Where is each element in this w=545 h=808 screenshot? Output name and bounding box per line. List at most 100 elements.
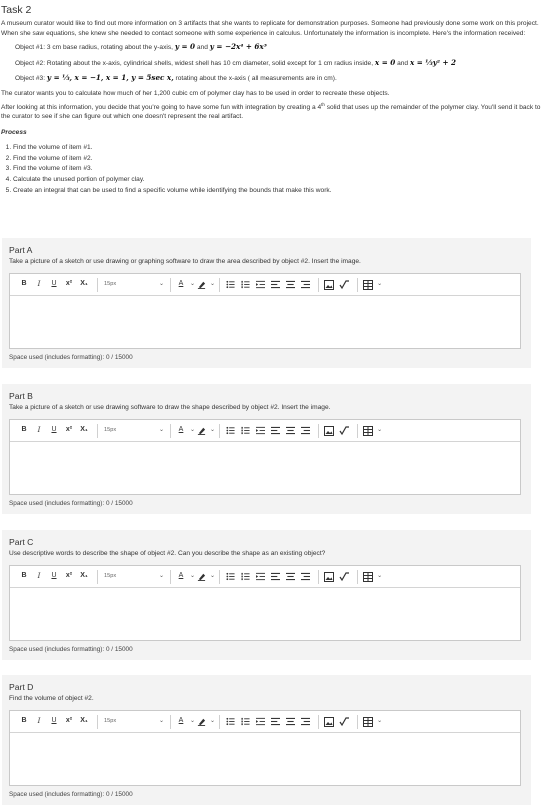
indent-icon[interactable]	[254, 424, 266, 438]
part-title: Part C	[9, 537, 34, 547]
font-size-select[interactable]: 15px ⌄	[102, 280, 166, 289]
subscript-button[interactable]: X₁	[78, 570, 90, 584]
indent-icon[interactable]	[254, 715, 266, 729]
font-color-button[interactable]: A	[175, 570, 187, 584]
object-mid: rotating about the x-axis ( all measurem…	[175, 75, 337, 83]
superscript-button[interactable]: x²	[63, 278, 75, 292]
italic-button[interactable]: I	[33, 715, 45, 729]
indent-icon[interactable]	[254, 570, 266, 584]
subscript-button[interactable]: X₁	[78, 278, 90, 292]
bold-button[interactable]: B	[18, 570, 30, 584]
equation-icon[interactable]	[338, 570, 350, 584]
object-text: Object #1: 3 cm base radius, rotating ab…	[15, 44, 173, 52]
chevron-down-icon[interactable]: ⌄	[210, 717, 215, 726]
numbered-list-icon[interactable]	[239, 278, 251, 292]
table-icon[interactable]	[362, 715, 374, 729]
align-right-icon[interactable]	[299, 570, 311, 584]
bullet-list-icon[interactable]	[224, 715, 236, 729]
subscript-button[interactable]: X₁	[78, 715, 90, 729]
highlight-icon[interactable]	[195, 424, 207, 438]
font-size-select[interactable]: 15px ⌄	[102, 426, 166, 435]
align-left-icon[interactable]	[269, 715, 281, 729]
align-left-icon[interactable]	[269, 570, 281, 584]
highlight-icon[interactable]	[195, 715, 207, 729]
challenge-pre: After looking at this information, you d…	[1, 103, 322, 111]
underline-button[interactable]: U	[48, 570, 60, 584]
bold-button[interactable]: B	[18, 278, 30, 292]
align-center-icon[interactable]	[284, 424, 296, 438]
answer-input[interactable]	[10, 296, 520, 348]
numbered-list-icon[interactable]	[239, 570, 251, 584]
rich-text-editor[interactable]: B I U x² X₁ 15px ⌄ A ⌄ ⌄ ⌄	[9, 273, 521, 349]
object-math-2: x = ⅓y² + 2	[409, 57, 457, 67]
chevron-down-icon[interactable]: ⌄	[377, 280, 382, 289]
indent-icon[interactable]	[254, 278, 266, 292]
numbered-list-icon[interactable]	[239, 715, 251, 729]
highlight-icon[interactable]	[195, 570, 207, 584]
chevron-down-icon[interactable]: ⌄	[210, 280, 215, 289]
chevron-down-icon[interactable]: ⌄	[210, 572, 215, 581]
space-used-label: Space used (includes formatting): 0 / 15…	[9, 500, 133, 507]
part-prompt: Take a picture of a sketch or use drawin…	[9, 404, 331, 412]
underline-button[interactable]: U	[48, 278, 60, 292]
align-center-icon[interactable]	[284, 570, 296, 584]
equation-icon[interactable]	[338, 278, 350, 292]
align-right-icon[interactable]	[299, 715, 311, 729]
font-color-button[interactable]: A	[175, 278, 187, 292]
font-color-button[interactable]: A	[175, 715, 187, 729]
chevron-down-icon: ⌄	[158, 427, 164, 434]
italic-button[interactable]: I	[33, 424, 45, 438]
underline-button[interactable]: U	[48, 715, 60, 729]
bullet-list-icon[interactable]	[224, 278, 236, 292]
superscript-button[interactable]: x²	[63, 424, 75, 438]
italic-button[interactable]: I	[33, 278, 45, 292]
font-size-select[interactable]: 15px ⌄	[102, 717, 166, 726]
bullet-list-icon[interactable]	[224, 570, 236, 584]
superscript-button[interactable]: x²	[63, 570, 75, 584]
superscript-button[interactable]: x²	[63, 715, 75, 729]
equation-icon[interactable]	[338, 424, 350, 438]
align-left-icon[interactable]	[269, 424, 281, 438]
align-center-icon[interactable]	[284, 278, 296, 292]
align-center-icon[interactable]	[284, 715, 296, 729]
image-icon[interactable]	[323, 278, 335, 292]
table-icon[interactable]	[362, 570, 374, 584]
image-icon[interactable]	[323, 715, 335, 729]
rich-text-editor[interactable]: B I U x² X₁ 15px ⌄ A ⌄ ⌄ ⌄	[9, 419, 521, 495]
part-b: Part B Take a picture of a sketch or use…	[2, 384, 531, 515]
equation-icon[interactable]	[338, 715, 350, 729]
font-color-button[interactable]: A	[175, 424, 187, 438]
font-size-value: 15px	[104, 427, 117, 434]
object-text: Object #3:	[15, 75, 46, 83]
highlight-icon[interactable]	[195, 278, 207, 292]
chevron-down-icon[interactable]: ⌄	[377, 572, 382, 581]
chevron-down-icon[interactable]: ⌄	[210, 426, 215, 435]
subscript-button[interactable]: X₁	[78, 424, 90, 438]
font-size-select[interactable]: 15px ⌄	[102, 572, 166, 581]
object-math: y = ⅓, x = −1, x = 1, y = 5sec x,	[46, 73, 174, 83]
bold-button[interactable]: B	[18, 715, 30, 729]
bold-button[interactable]: B	[18, 424, 30, 438]
chevron-down-icon[interactable]: ⌄	[377, 717, 382, 726]
part-title: Part D	[9, 682, 34, 692]
task-intro: A museum curator would like to find out …	[1, 20, 539, 37]
chevron-down-icon[interactable]: ⌄	[377, 426, 382, 435]
editor-toolbar: B I U x² X₁ 15px ⌄ A ⌄ ⌄ ⌄	[10, 420, 520, 442]
table-icon[interactable]	[362, 424, 374, 438]
numbered-list-icon[interactable]	[239, 424, 251, 438]
image-icon[interactable]	[323, 570, 335, 584]
underline-button[interactable]: U	[48, 424, 60, 438]
table-icon[interactable]	[362, 278, 374, 292]
part-title: Part B	[9, 391, 33, 401]
answer-input[interactable]	[10, 733, 520, 785]
image-icon[interactable]	[323, 424, 335, 438]
rich-text-editor[interactable]: B I U x² X₁ 15px ⌄ A ⌄ ⌄ ⌄	[9, 710, 521, 786]
answer-input[interactable]	[10, 588, 520, 640]
answer-input[interactable]	[10, 442, 520, 494]
italic-button[interactable]: I	[33, 570, 45, 584]
bullet-list-icon[interactable]	[224, 424, 236, 438]
align-right-icon[interactable]	[299, 278, 311, 292]
align-right-icon[interactable]	[299, 424, 311, 438]
align-left-icon[interactable]	[269, 278, 281, 292]
rich-text-editor[interactable]: B I U x² X₁ 15px ⌄ A ⌄ ⌄ ⌄	[9, 565, 521, 641]
